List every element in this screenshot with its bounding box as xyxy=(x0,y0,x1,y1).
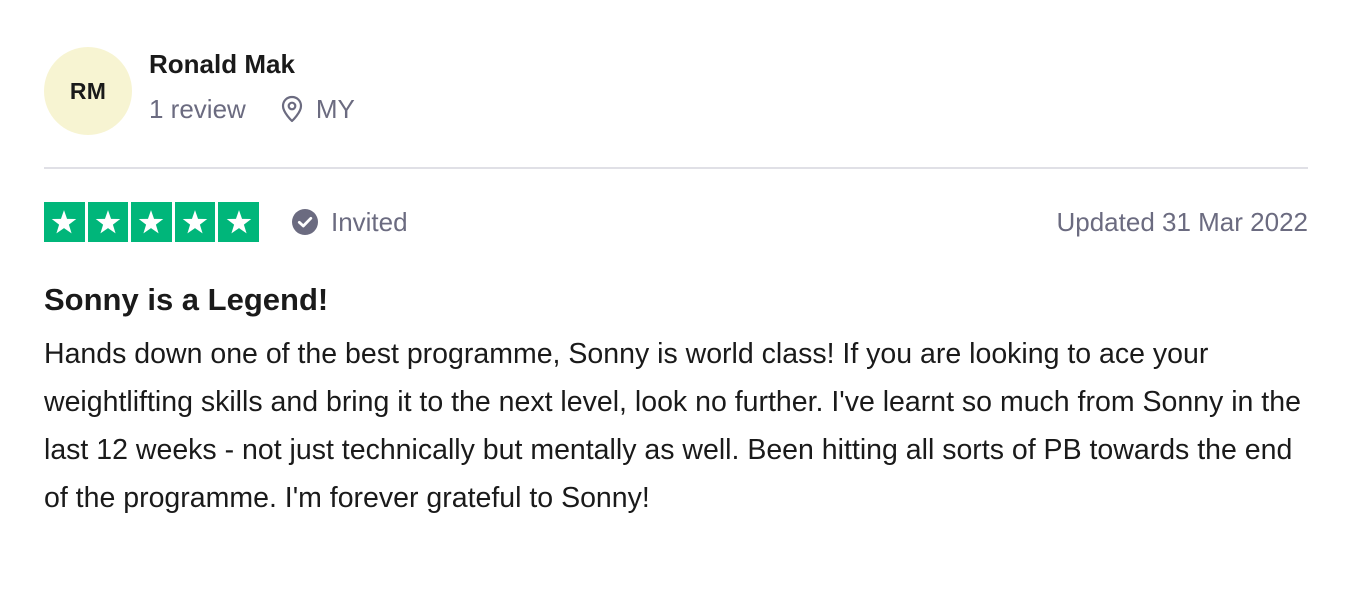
star-icon xyxy=(44,202,85,242)
invited-badge[interactable]: Invited xyxy=(291,207,408,238)
rating-row: Invited Updated 31 Mar 2022 xyxy=(44,202,1308,242)
check-circle-icon xyxy=(291,209,318,235)
reviewer-country: MY xyxy=(315,94,355,124)
star-rating xyxy=(44,202,259,242)
location-pin-icon xyxy=(281,95,302,123)
star-icon xyxy=(174,202,216,242)
reviewer-name[interactable]: Ronald Mak xyxy=(149,48,355,80)
reviewer-location: MY xyxy=(280,94,355,124)
divider xyxy=(44,167,1308,169)
review-count: 1 review xyxy=(149,94,246,124)
updated-date: Updated 31 Mar 2022 xyxy=(1056,206,1308,237)
review-card: RM Ronald Mak 1 review MY Invited Update… xyxy=(44,46,1308,522)
star-icon xyxy=(87,202,129,242)
reviewer-meta: 1 review MY xyxy=(149,94,355,124)
review-title[interactable]: Sonny is a Legend! xyxy=(44,280,1308,320)
star-icon xyxy=(218,202,259,242)
reviewer-info: Ronald Mak 1 review MY xyxy=(149,49,355,124)
star-icon xyxy=(131,202,172,242)
avatar[interactable]: RM xyxy=(44,47,132,135)
invited-label: Invited xyxy=(330,206,408,237)
review-body: Hands down one of the best programme, So… xyxy=(44,338,1301,514)
reviewer-header: RM Ronald Mak 1 review MY xyxy=(44,46,1308,136)
